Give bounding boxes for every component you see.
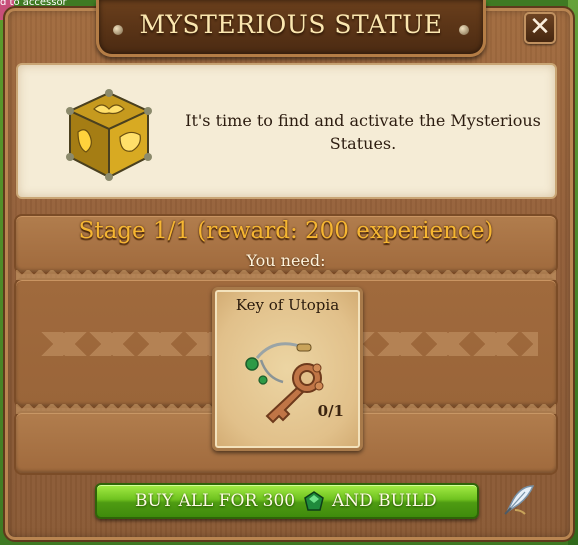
you-need-label: You need: xyxy=(246,251,326,270)
quill-icon[interactable] xyxy=(501,482,537,518)
zigzag-divider xyxy=(16,270,556,280)
mysterious-statue-icon xyxy=(66,89,152,181)
item-count: 0/1 xyxy=(317,402,344,420)
item-name: Key of Utopia xyxy=(235,296,340,314)
title-plate: MYSTERIOUS STATUE xyxy=(96,0,486,57)
dialog-title: MYSTERIOUS STATUE xyxy=(139,10,443,39)
buy-all-and-build-button[interactable]: BUY ALL FOR 300 AND BUILD xyxy=(95,483,479,519)
stage-reward-text: Stage 1/1 (reward: 200 experience) xyxy=(78,218,494,244)
gem-icon xyxy=(304,491,324,511)
build-label: AND BUILD xyxy=(332,491,437,511)
buy-button-label: BUY ALL FOR 300 xyxy=(135,491,296,511)
close-icon: ✕ xyxy=(529,12,551,42)
quest-description: It's time to find and activate the Myste… xyxy=(185,111,541,153)
rivet-icon xyxy=(459,25,469,35)
description-panel: It's time to find and activate the Myste… xyxy=(16,63,557,199)
required-item-card[interactable]: Key of Utopia 0/1 xyxy=(212,287,363,451)
rivet-icon xyxy=(113,25,123,35)
close-button[interactable]: ✕ xyxy=(524,12,556,44)
